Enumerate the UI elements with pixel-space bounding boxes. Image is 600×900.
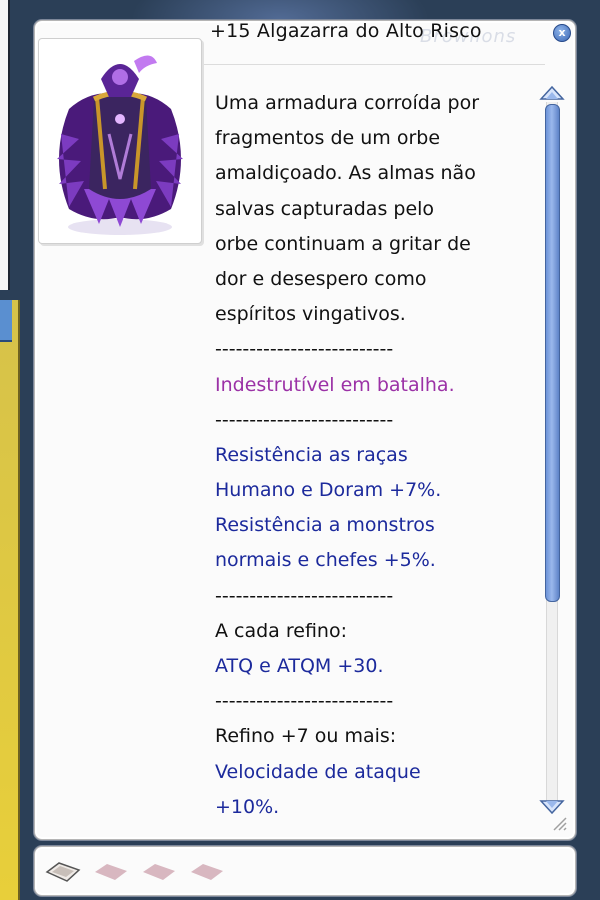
description-line: dor e desespero como (215, 267, 427, 290)
description-line: salvas capturadas pelo (215, 197, 435, 220)
description-separator: -------------------------- (215, 584, 394, 607)
card-slot-1[interactable] (45, 861, 81, 883)
description-line: ATQ e ATQM +30. (215, 655, 384, 677)
card-slot-3[interactable] (141, 861, 177, 883)
description-line: Velocidade de ataque (215, 760, 421, 783)
description-line: Resistência as raças (215, 443, 408, 466)
description-line: Indestrutível em batalha. (215, 373, 455, 396)
description-line: A cada refino: (215, 619, 347, 642)
description-line: +10%. (215, 795, 280, 818)
title-divider (200, 64, 545, 65)
card-slot-bar (34, 846, 576, 896)
description-line: normais e chefes +5%. (215, 549, 436, 572)
item-image-frame (38, 38, 202, 244)
description-scrollbar[interactable] (538, 84, 568, 820)
description-line: Uma armadura corroída por (215, 92, 480, 114)
description-line: Humano e Doram +7%. (215, 479, 442, 502)
background-window-edge (0, 0, 10, 290)
description-line: fragmentos de um orbe (215, 127, 441, 150)
description-line: orbe continuam a gritar de (215, 232, 471, 255)
background-sidebar (0, 300, 20, 900)
description-line: amaldiçoado. As almas não (215, 162, 476, 185)
description-line: Refino +7 ou mais: (215, 725, 397, 748)
description-separator: -------------------------- (215, 690, 394, 713)
card-slot-2[interactable] (93, 861, 129, 883)
card-slot-4[interactable] (189, 861, 225, 883)
item-description: Uma armadura corroída por fragmentos de u… (215, 86, 535, 825)
scroll-thumb[interactable] (545, 104, 560, 602)
card-slot-empty-icon (143, 864, 175, 880)
description-line: Resistência a monstros (215, 514, 435, 537)
resize-grip-icon (553, 817, 567, 831)
armor-illustration-icon (57, 55, 183, 235)
card-slot-empty-icon (95, 864, 127, 880)
scroll-up-arrow-icon (539, 85, 565, 100)
description-separator: -------------------------- (215, 338, 394, 361)
description-separator: -------------------------- (215, 408, 394, 431)
description-line: espíritos vingativos. (215, 303, 406, 326)
close-button[interactable]: x (553, 24, 571, 42)
item-title: +15 Algazarra do Alto Risco (210, 20, 482, 42)
card-slot-filled-icon (45, 862, 81, 882)
resize-grip[interactable] (548, 812, 568, 832)
scroll-up-button[interactable] (538, 84, 566, 102)
card-slot-empty-icon (191, 864, 223, 880)
